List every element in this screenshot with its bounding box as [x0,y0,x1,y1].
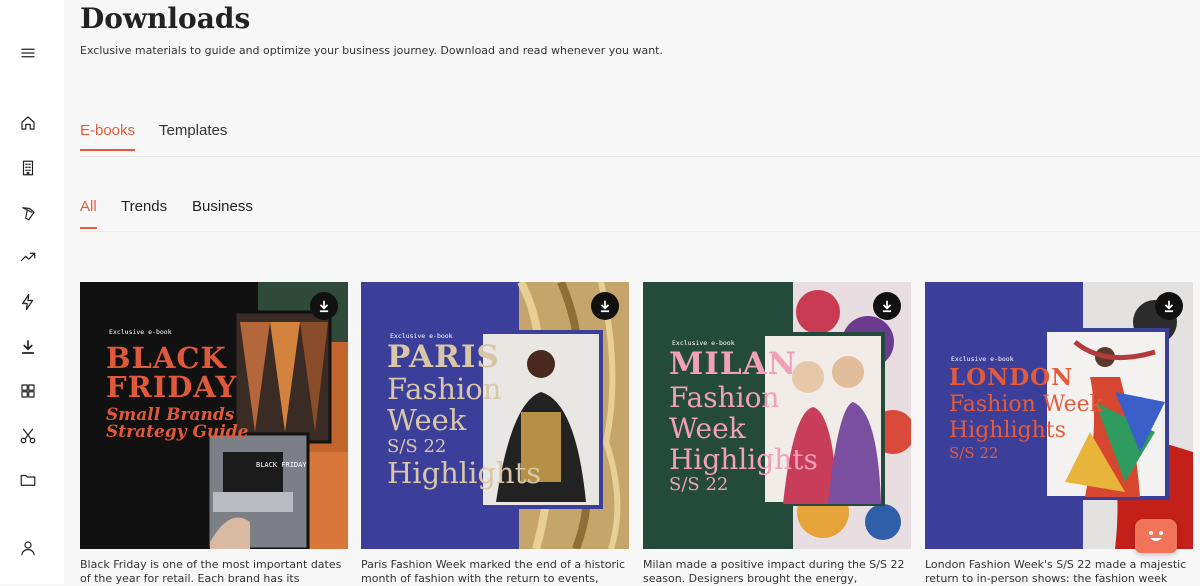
cover-subheading: Fashion Week Highlights S/S 22 [669,382,818,495]
user-icon[interactable] [17,537,39,559]
cover-heading-line: FRIDAY [106,370,238,404]
ebook-cover[interactable]: Exclusive e-book BLACK FRIDAY Small Bran… [80,282,348,549]
laptop-screen-text: BLACK FRIDAY [256,461,307,469]
sidebar [0,0,64,584]
cover-heading-line: BLACK [106,341,227,375]
scissors-icon[interactable] [17,425,39,447]
download-icon[interactable] [17,336,39,358]
filter-bar: All Trends Business [80,194,1200,232]
cover-subheading-line: Fashion Week [949,392,1103,417]
tab-bar: E-books Templates [80,118,1200,157]
grid-icon[interactable] [17,380,39,402]
cover-subheading: Fashion Week S/S 22 Highlights [387,374,541,489]
download-button[interactable] [591,292,619,320]
cover-subheading-line: Highlights [949,418,1066,443]
ebook-cover[interactable]: Exclusive e-book MILAN Fashion Week High… [643,282,911,549]
ebook-cover[interactable]: Exclusive e-book LONDON Fashion Week Hig… [925,282,1193,549]
cover-heading: BLACK FRIDAY [106,344,237,402]
tab-ebooks[interactable]: E-books [80,122,136,151]
cover-heading: PARIS [387,339,500,375]
download-button[interactable] [1155,292,1183,320]
cover-subheading-line: Week [669,412,746,445]
cover-subheading-line: Highlights [669,443,818,476]
ebook-description: Black Friday is one of the most importan… [80,558,342,585]
download-button[interactable] [310,292,338,320]
building-icon[interactable] [17,157,39,179]
home-icon[interactable] [17,112,39,134]
cover-subheading-line: S/S 22 [949,444,999,462]
download-icon [319,300,329,313]
cover-subheading-line: Strategy Guide [106,422,249,442]
download-icon [882,300,892,313]
cover-subheading-line: S/S 22 [387,436,447,457]
ebook-description: London Fashion Week's S/S 22 made a maje… [925,558,1187,585]
cover-subheading-line: S/S 22 [669,474,729,495]
filter-trends[interactable]: Trends [121,198,167,227]
page-title: Downloads [80,2,251,35]
cover-heading: LONDON [949,364,1074,391]
download-icon [600,300,610,313]
trending-icon[interactable] [17,246,39,268]
cover-subheading: Fashion Week Highlights S/S 22 [949,392,1103,462]
hanger-icon[interactable] [17,202,39,224]
download-button[interactable] [873,292,901,320]
chat-assistant-button[interactable] [1135,519,1177,553]
menu-icon[interactable] [17,42,39,64]
ebook-card-milan[interactable]: Exclusive e-book MILAN Fashion Week High… [643,282,911,586]
ebook-label: Exclusive e-book [109,328,172,336]
cover-subheading-line: Week [387,403,467,437]
ebook-card-black-friday[interactable]: Exclusive e-book BLACK FRIDAY Small Bran… [80,282,348,586]
cover-subheading-line: Fashion [669,381,780,414]
filter-all[interactable]: All [80,198,97,229]
cover-subheading-line: Highlights [387,456,542,490]
cover-subheading: Small Brands Strategy Guide [106,407,249,441]
cover-heading: MILAN [669,346,798,382]
ebook-description: Paris Fashion Week marked the end of a h… [361,558,626,585]
download-icon [1164,300,1174,313]
ebook-description: Milan made a positive impact during the … [643,558,905,585]
smiley-face-icon [1149,531,1163,541]
flash-icon[interactable] [17,291,39,313]
ebook-cover[interactable]: Exclusive e-book PARIS Fashion Week S/S … [361,282,629,549]
cover-subheading-line: Fashion [387,372,502,406]
ebook-label: Exclusive e-book [951,355,1014,363]
folder-icon[interactable] [17,469,39,491]
tab-templates[interactable]: Templates [159,122,227,149]
page-subtitle: Exclusive materials to guide and optimiz… [80,44,663,57]
filter-business[interactable]: Business [192,198,253,227]
ebook-card-paris[interactable]: Exclusive e-book PARIS Fashion Week S/S … [361,282,629,586]
